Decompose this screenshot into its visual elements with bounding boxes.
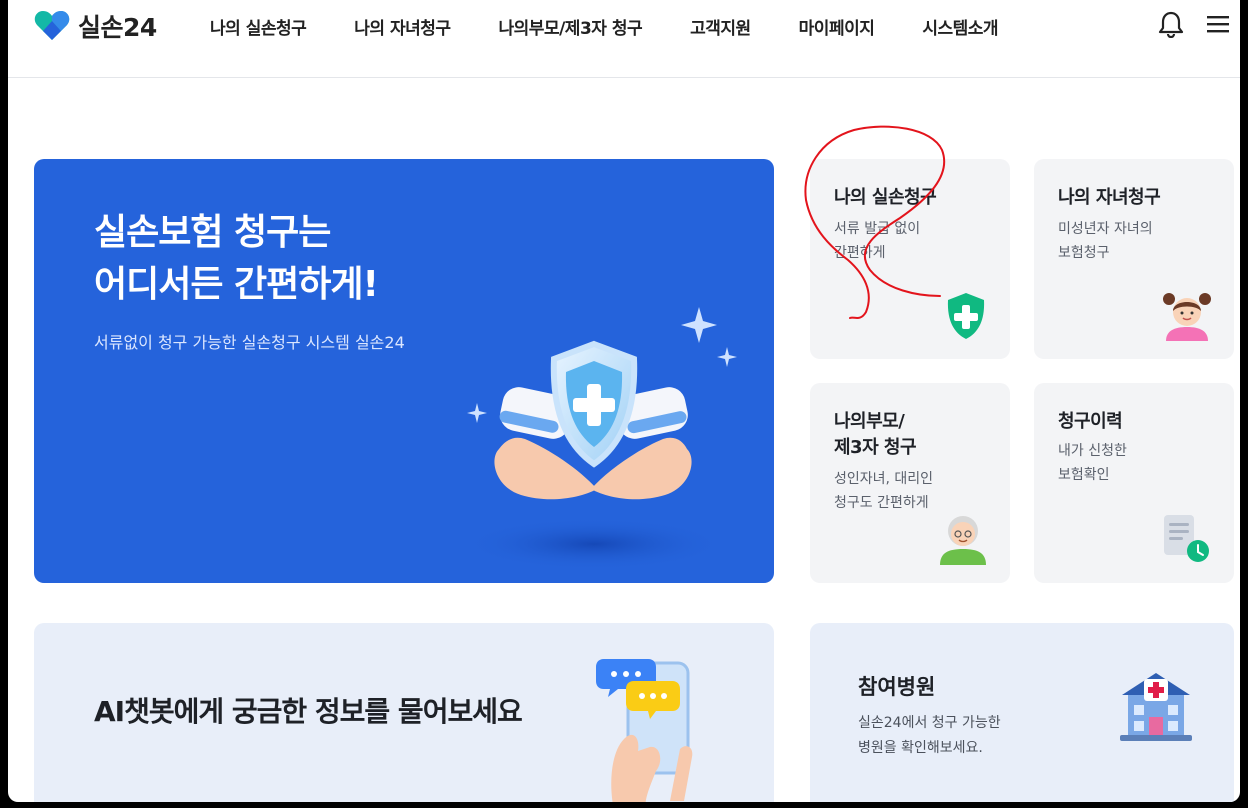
hero-subtitle: 서류없이 청구 가능한 실손청구 시스템 실손24 [94,333,405,352]
card-my-claim[interactable]: 나의 실손청구 서류 발급 없이 간편하게 [810,159,1010,359]
heart-logo-icon [34,11,70,40]
card-my-claim-desc1: 서류 발급 없이 [834,221,921,237]
card-parent-claim-desc2: 청구도 간편하게 [834,495,929,511]
page: 실손24 나의 실손청구 나의 자녀청구 나의부모/제3자 청구 고객지원 마이… [8,0,1240,802]
hospital-desc-line2: 병원을 확인해보세요. [858,740,983,756]
card-parent-claim[interactable]: 나의부모/ 제3자 청구 성인자녀, 대리인 청구도 간편하게 [810,383,1010,583]
shield-plus-icon [947,293,985,339]
document-clock-icon [1164,515,1209,562]
card-child-claim[interactable]: 나의 자녀청구 미성년자 자녀의 보험청구 [1034,159,1234,359]
card-parent-claim-title: 나의부모/ 제3자 청구 [834,409,917,461]
hero-title-line1: 실손보험 청구는 [94,212,331,253]
chat-phone-illustration [596,659,693,802]
ai-chatbot-banner[interactable]: AI챗봇에게 궁금한 정보를 물어보세요 [34,623,774,802]
hospital-title: 참여병원 [858,675,936,699]
card-child-claim-desc1: 미성년자 자녀의 [1058,221,1153,237]
top-header: 실손24 나의 실손청구 나의 자녀청구 나의부모/제3자 청구 고객지원 마이… [8,0,1240,78]
nav-support[interactable]: 고객지원 [690,14,751,39]
menu-icon[interactable] [1206,13,1230,35]
nav-mypage[interactable]: 마이페이지 [799,14,875,39]
ai-chatbot-title: AI챗봇에게 궁금한 정보를 물어보세요 [94,695,523,728]
logo[interactable]: 실손24 [34,8,157,44]
card-child-claim-title: 나의 자녀청구 [1058,187,1161,208]
card-history-desc2: 보험확인 [1058,467,1110,483]
hero-title: 실손보험 청구는 어디서든 간편하게! [94,207,379,311]
card-my-claim-desc2: 간편하게 [834,245,886,261]
hero-title-line2: 어디서든 간편하게! [94,264,379,305]
logo-text: 실손24 [78,13,157,42]
grandparent-icon [940,516,986,565]
card-my-claim-title: 나의 실손청구 [834,187,937,208]
bell-icon[interactable] [1158,10,1184,38]
header-actions [1158,10,1230,38]
card-parent-claim-title-line1: 나의부모/ [834,411,905,432]
girl-icon [1163,293,1211,341]
nav-my-claim[interactable]: 나의 실손청구 [210,14,307,39]
hospital-banner[interactable]: 참여병원 실손24에서 청구 가능한 병원을 확인해보세요. [810,623,1234,802]
hands-shield-illustration [464,307,737,570]
card-parent-claim-title-line2: 제3자 청구 [834,437,917,458]
main-nav: 나의 실손청구 나의 자녀청구 나의부모/제3자 청구 고객지원 마이페이지 시… [210,14,1046,39]
card-history-desc1: 내가 신청한 [1058,443,1127,459]
hero-banner[interactable]: 실손보험 청구는 어디서든 간편하게! 서류없이 청구 가능한 실손청구 시스템… [34,159,774,583]
hospital-desc: 실손24에서 청구 가능한 병원을 확인해보세요. [858,711,1001,761]
nav-parent-claim[interactable]: 나의부모/제3자 청구 [499,14,643,39]
nav-child-claim[interactable]: 나의 자녀청구 [354,14,451,39]
hospital-icon [1120,673,1192,741]
card-history-title: 청구이력 [1058,411,1123,432]
card-parent-claim-desc1: 성인자녀, 대리인 [834,471,934,487]
nav-system[interactable]: 시스템소개 [922,14,998,39]
card-child-claim-desc2: 보험청구 [1058,245,1110,261]
card-history[interactable]: 청구이력 내가 신청한 보험확인 [1034,383,1234,583]
hospital-desc-line1: 실손24에서 청구 가능한 [858,715,1001,731]
